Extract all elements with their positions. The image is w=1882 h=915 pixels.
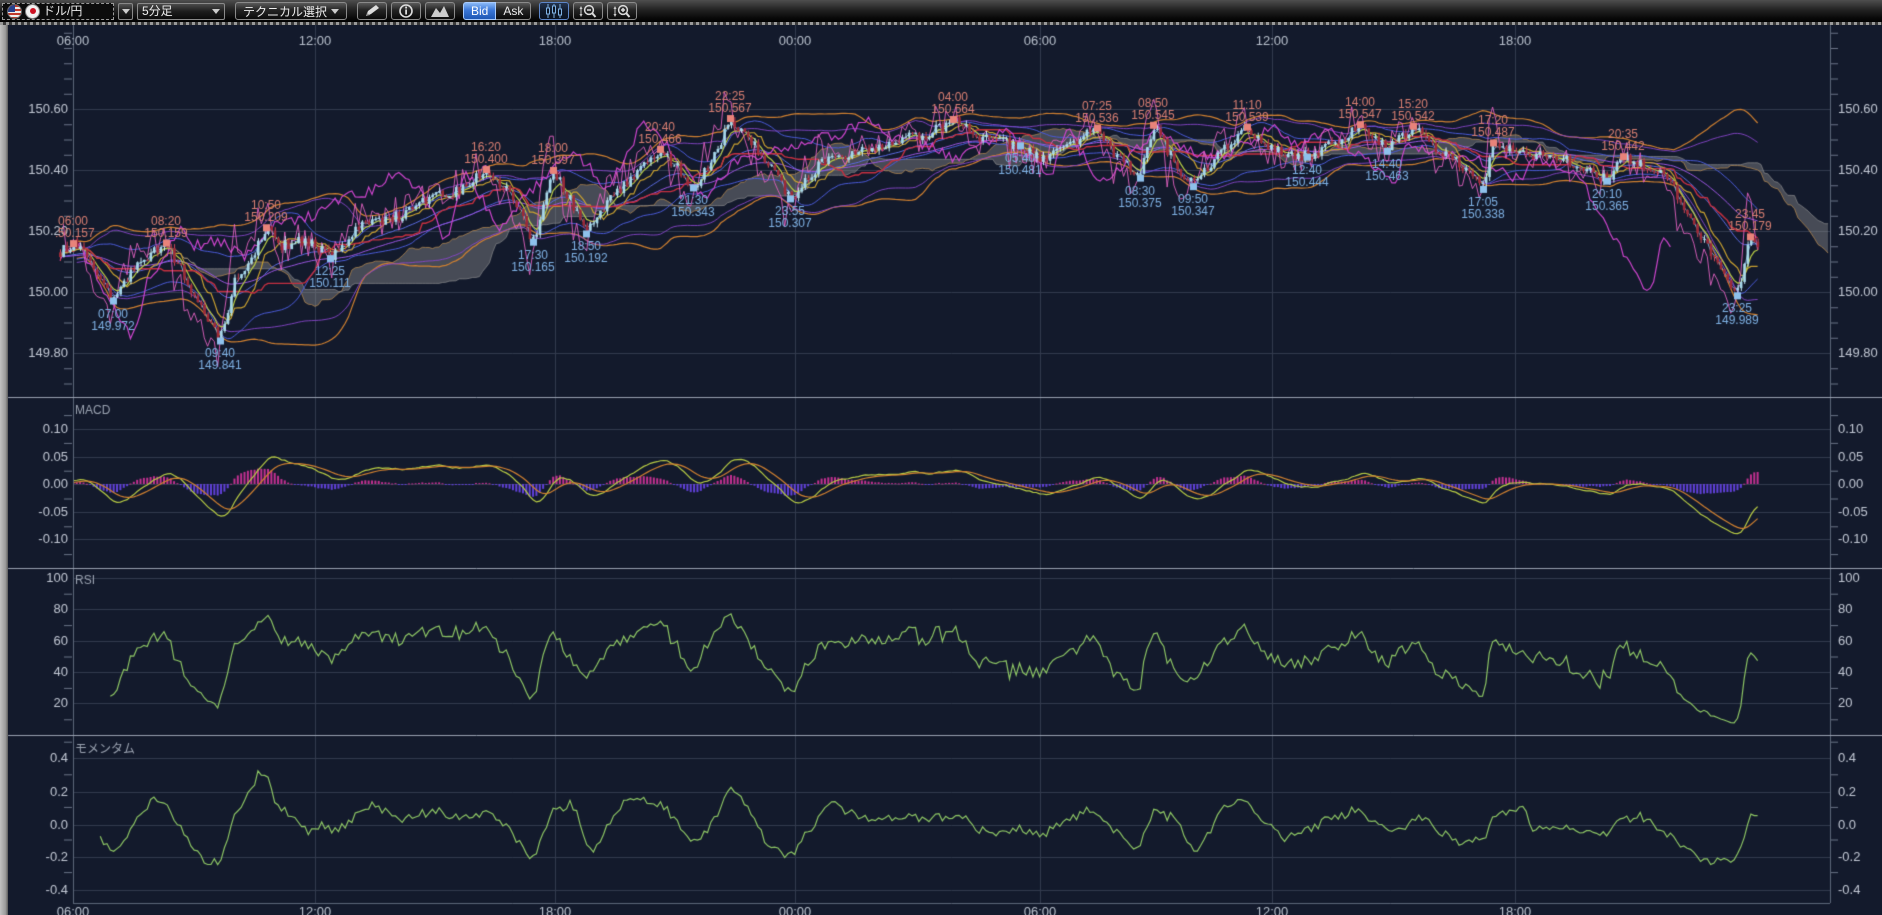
chevron-down-icon <box>331 9 339 14</box>
chart-window: { "toolbar": { "pair_label": "ドル/円", "ti… <box>0 0 1882 915</box>
timeframe-select[interactable]: 5分足 <box>137 3 225 20</box>
chevron-down-icon <box>122 9 130 14</box>
zoom-in-button[interactable] <box>607 2 637 20</box>
zoom-out-button[interactable] <box>573 2 603 20</box>
candlestick-chart-button[interactable] <box>539 2 569 20</box>
candlestick-icon <box>545 4 563 18</box>
timeframe-label: 5分足 <box>142 3 173 20</box>
bid-toggle[interactable]: Bid <box>463 2 496 20</box>
info-button[interactable] <box>391 2 421 20</box>
japan-flag-icon <box>25 4 40 19</box>
pencil-icon <box>364 4 380 18</box>
technical-select-label: テクニカル選択 <box>243 3 327 20</box>
us-flag-icon <box>7 4 22 19</box>
chevron-down-icon <box>212 9 220 14</box>
draw-tool-button[interactable] <box>357 2 387 20</box>
currency-pair-select[interactable]: ドル/円 <box>2 3 114 20</box>
toolbar-separator <box>0 22 1882 25</box>
ask-toggle[interactable]: Ask <box>496 2 531 20</box>
toolbar: ドル/円 5分足 テクニカル選択 <box>0 0 1882 22</box>
zoom-out-icon <box>579 4 597 19</box>
quote-side-toggle: Bid Ask <box>463 2 531 20</box>
zoom-in-icon <box>613 4 631 19</box>
info-icon <box>399 4 413 18</box>
left-resize-strip <box>0 25 8 915</box>
price-chart-canvas[interactable] <box>0 0 1882 915</box>
area-chart-button[interactable] <box>425 2 455 20</box>
pair-dropdown-button[interactable] <box>118 3 133 20</box>
currency-pair-label: ドル/円 <box>43 3 82 20</box>
technical-select-button[interactable]: テクニカル選択 <box>235 2 347 20</box>
mountain-icon <box>431 5 449 17</box>
